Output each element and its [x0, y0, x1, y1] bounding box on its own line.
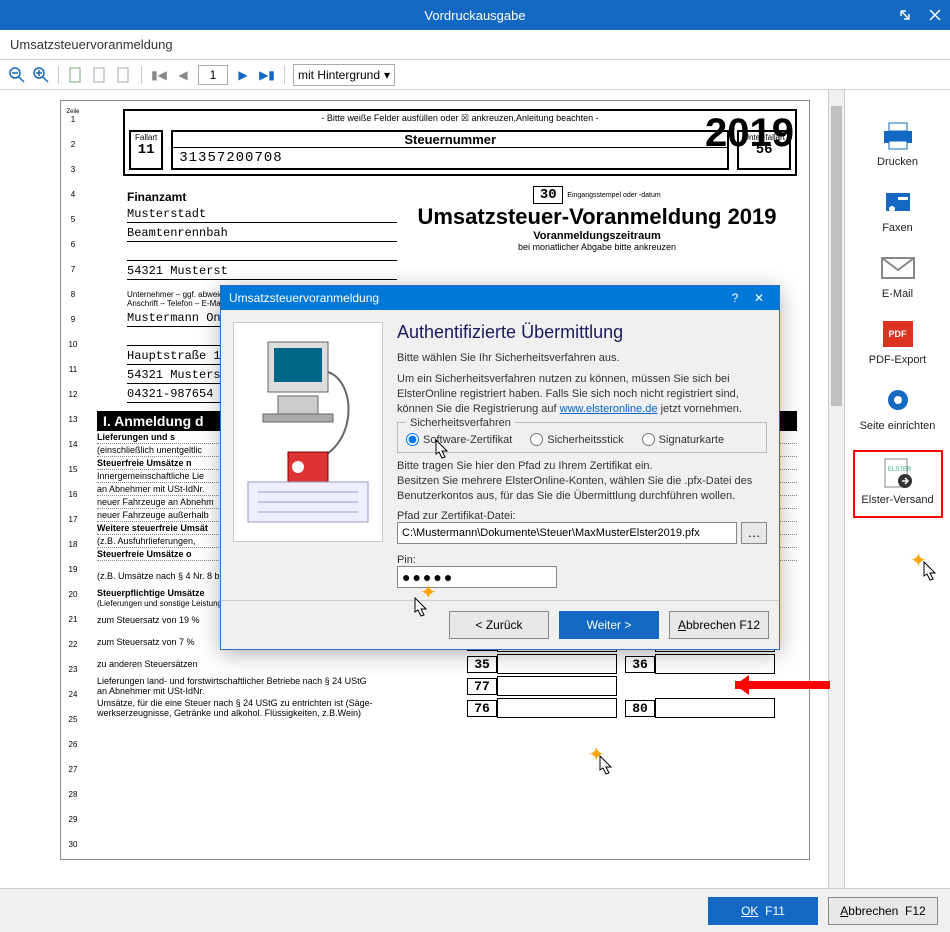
- email-button[interactable]: E-Mail: [853, 252, 943, 300]
- help-icon[interactable]: ?: [723, 291, 747, 305]
- line-numbers: Zeile for(let i=1;i<=30;i++)document.wri…: [61, 109, 85, 860]
- radio-signature-card[interactable]: Signaturkarte: [642, 433, 724, 446]
- envelope-icon: [878, 252, 918, 284]
- vertical-scrollbar[interactable]: [828, 90, 844, 888]
- radio-security-stick[interactable]: Sicherheitsstick: [530, 433, 623, 446]
- prev-page-icon[interactable]: ◀: [174, 66, 192, 84]
- fallart-value: 11: [135, 142, 157, 158]
- page-number-input[interactable]: [198, 65, 228, 85]
- dialog-cancel-button[interactable]: Abbrechen F12: [669, 611, 769, 639]
- zoom-in-icon[interactable]: [32, 66, 50, 84]
- window-titlebar: Vordruckausgabe: [0, 0, 950, 30]
- zoom-out-icon[interactable]: [8, 66, 26, 84]
- radio-software-cert[interactable]: Software-Zertifikat: [406, 433, 512, 446]
- first-page-icon[interactable]: ▮◀: [150, 66, 168, 84]
- security-method-fieldset: Sicherheitsverfahren Software-Zertifikat…: [397, 422, 767, 453]
- page-setup-button[interactable]: Seite einrichten: [853, 384, 943, 432]
- dialog-close-icon[interactable]: ✕: [747, 291, 771, 305]
- dialog-heading: Authentifizierte Übermittlung: [397, 322, 767, 343]
- fax-icon: [878, 186, 918, 218]
- next-button[interactable]: Weiter >: [559, 611, 659, 639]
- popout-icon[interactable]: [890, 0, 920, 30]
- page-icon-3[interactable]: [115, 66, 133, 84]
- close-icon[interactable]: [920, 0, 950, 30]
- elsteronline-link[interactable]: www.elsteronline.de: [560, 403, 658, 415]
- bottom-button-bar: OK F11 Abbrechen F12: [0, 888, 950, 932]
- cert-path-input[interactable]: [397, 522, 737, 544]
- window-title: Vordruckausgabe: [424, 8, 525, 23]
- action-sidebar: Drucken Faxen E-Mail PDF PDF-Export Seit…: [845, 90, 950, 888]
- chevron-down-icon: ▾: [384, 68, 390, 82]
- browse-button[interactable]: …: [741, 522, 767, 544]
- ok-button[interactable]: OK F11: [708, 897, 818, 925]
- pin-input[interactable]: [397, 566, 557, 588]
- page-icon-2[interactable]: [91, 66, 109, 84]
- background-select[interactable]: mit Hintergrund ▾: [293, 64, 395, 86]
- toolbar: ▮◀ ◀ ▶ ▶▮ mit Hintergrund ▾: [0, 60, 950, 90]
- elster-send-button[interactable]: ELSTER Elster-Versand: [853, 450, 943, 518]
- dialog-titlebar: Umsatzsteuervoranmeldung ? ✕: [221, 286, 779, 310]
- page-icon[interactable]: [67, 66, 85, 84]
- dialog-illustration: [233, 322, 383, 542]
- pdf-export-button[interactable]: PDF PDF-Export: [853, 318, 943, 366]
- cancel-button[interactable]: Abbrechen F12: [828, 897, 938, 925]
- elster-icon: ELSTER: [878, 458, 918, 490]
- form-year: 2019: [705, 111, 794, 156]
- pdf-icon: PDF: [878, 318, 918, 350]
- svg-text:ELSTER: ELSTER: [888, 467, 912, 473]
- last-page-icon[interactable]: ▶▮: [258, 66, 276, 84]
- attention-arrow-2: [735, 670, 845, 700]
- subheader-text: Umsatzsteuervoranmeldung: [10, 37, 173, 52]
- form-title: Umsatzsteuer-Voranmeldung 2019: [397, 204, 797, 230]
- steuernummer-value: 31357200708: [173, 148, 727, 168]
- printer-icon: [878, 120, 918, 152]
- form-top-hint: - Bitte weiße Felder ausfüllen oder ☒ an…: [125, 111, 795, 126]
- subheader: Umsatzsteuervoranmeldung: [0, 30, 950, 60]
- back-button[interactable]: < Zurück: [449, 611, 549, 639]
- next-page-icon[interactable]: ▶: [234, 66, 252, 84]
- fax-button[interactable]: Faxen: [853, 186, 943, 234]
- auth-dialog: Umsatzsteuervoranmeldung ? ✕ Authentifiz…: [220, 285, 780, 650]
- gear-icon: [878, 384, 918, 416]
- print-button[interactable]: Drucken: [853, 120, 943, 168]
